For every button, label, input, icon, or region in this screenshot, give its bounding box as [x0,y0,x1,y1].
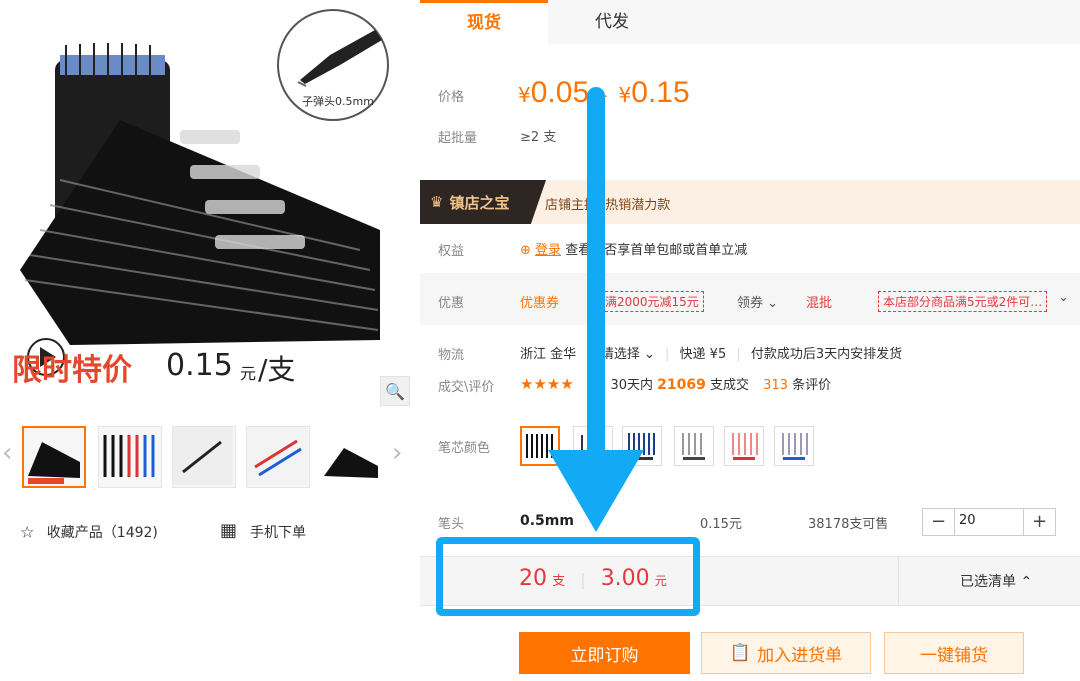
one-click-distribute-button[interactable]: 一键铺货 [884,632,1024,674]
claim-coupon[interactable]: 领券 ⌄ [737,292,778,311]
crown-icon: ♛ [430,193,444,211]
qr-code-icon[interactable]: ▦ [220,520,237,541]
increment-button[interactable]: + [1023,509,1055,535]
color-swatch-black[interactable] [520,426,560,466]
magnify-button[interactable]: 🔍 [380,376,410,406]
mix-label: 混批 [806,296,833,311]
shop-badge-desc: 店铺主推 热销潜力款 [545,198,671,213]
shop-badge: ♛ 镇店之宝 [420,180,546,224]
coupon-label[interactable]: 优惠券 [520,292,559,311]
sku-stock: 38178支可售 [808,517,889,532]
benefit-row: ⊕ 登录 查看是否享首单包邮或首单立减 [520,239,747,258]
moq-value: ≥2 支 [520,130,557,145]
origin: 浙江 金华 [520,347,577,362]
moq-label: 起批量 [438,131,478,146]
main-product-image[interactable]: 子弹头0.5mm 限时特价 0.15 元 /支 [0,0,410,410]
chevron-down-icon: ⌄ [643,347,655,362]
color-swatch-blue-black[interactable] [573,426,613,466]
color-swatch-gray[interactable] [674,426,714,466]
thumbnail[interactable] [98,426,162,488]
add-to-cart-button[interactable]: 📋 加入进货单 [701,632,871,674]
decrement-button[interactable]: − [923,509,955,535]
chevron-down-icon: ⌄ [767,296,779,311]
discount-label: 优惠 [438,296,465,311]
thumbnail[interactable] [320,426,384,488]
benefit-text: 查看是否享首单包邮或首单立减 [565,243,748,258]
promo-unit: 元 [240,364,257,383]
promo-price: 0.15 [166,348,233,383]
mix-tag[interactable]: 本店部分商品满5元或2件可… [878,291,1048,312]
annotation-highlight-box [436,537,700,616]
promo-per: /支 [258,353,296,386]
coupon-tag[interactable]: 满2000元减15元 [600,291,704,312]
sku-name: 0.5mm [520,513,574,529]
logistics-row: 浙江 金华 | 请选择 ⌄ | 快递 ¥5 | 付款成功后3天内安排发货 [520,347,903,362]
fav-row: ☆ 收藏产品（1492) ▦ 手机下单 [20,520,410,542]
shop-badge-bar: ♛ 镇店之宝 店铺主推 热销潜力款 [420,180,1080,224]
color-swatch-light-blue[interactable] [774,426,814,466]
price-label: 价格 [438,90,465,105]
thumbnail[interactable] [246,426,310,488]
chevron-up-icon: ⌃ [1020,574,1033,590]
price-high: 0.15 [631,76,690,109]
thumbnail-strip: ‹ › [0,418,410,498]
buy-now-button[interactable]: 立即订购 [519,632,690,674]
logistics-label: 物流 [438,348,465,363]
login-link[interactable]: 登录 [535,243,561,258]
quantity-stepper: − 20 + [922,508,1056,536]
clipboard-icon: 📋 [729,643,752,663]
tab-in-stock[interactable]: 现货 [420,0,548,44]
promo-text: 限时特价 [12,353,132,388]
destination-select[interactable]: 请选择 ⌄ [601,347,655,362]
search-icon: 🔍 [385,381,405,401]
color-label: 笔芯颜色 [438,441,491,456]
mobile-order-label[interactable]: 手机下单 [250,522,306,542]
thumbnail[interactable] [22,426,86,488]
star-outline-icon[interactable]: ☆ [20,523,34,542]
favorite-label[interactable]: 收藏产品（1492) [47,525,158,541]
chevron-left-icon[interactable]: ‹ [2,440,12,466]
reviews-label: 成交\评价 [438,380,495,395]
ship-time: 付款成功后3天内安排发货 [750,347,903,362]
sku-price: 0.15元 [700,517,742,532]
reviews-row: ★★★★ | 30天内 21069 支成交 313 条评价 [520,375,832,393]
benefit-label: 权益 [438,244,465,259]
tab-dropship[interactable]: 代发 [548,0,676,44]
nib-size-label: 子弹头0.5mm [302,95,374,108]
tab-bar: 现货 代发 [420,0,1080,44]
express-fee: 快递 ¥5 [679,347,727,362]
color-swatch-blue[interactable] [622,426,662,466]
thumbnail[interactable] [172,426,236,488]
quantity-input[interactable]: 20 [959,513,976,528]
price-low: 0.05 [530,76,590,109]
selected-list-toggle[interactable]: 已选清单 ⌃ [960,571,1032,591]
price-range: ¥0.05 - ¥0.15 [518,76,690,109]
chevron-down-icon[interactable]: ⌄ [1058,290,1069,305]
color-swatch-red[interactable] [724,426,764,466]
gift-icon: ⊕ [520,243,531,258]
review-count[interactable]: 313 [763,378,788,393]
sku-label: 笔头 [438,517,465,532]
star-rating: ★★★★ [520,375,574,393]
deal-count: 21069 [657,377,706,393]
chevron-right-icon[interactable]: › [392,440,402,466]
